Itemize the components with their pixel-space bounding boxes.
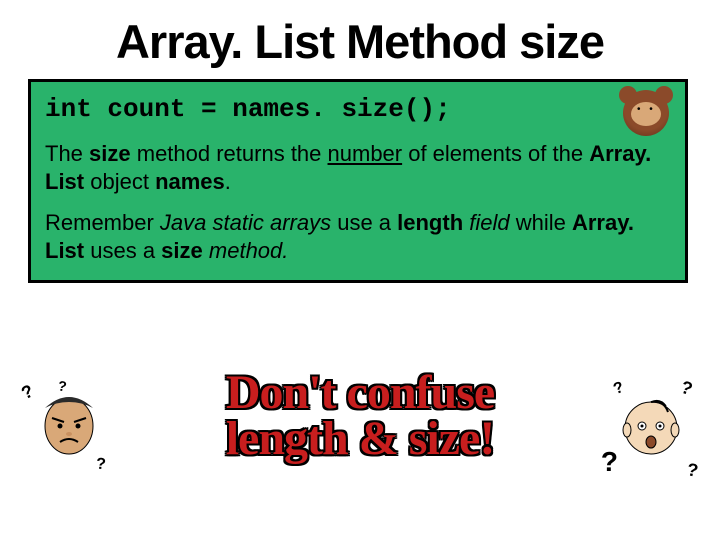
italic-field: field: [469, 210, 509, 235]
text: .: [225, 169, 231, 194]
bold-size2: size: [161, 238, 203, 263]
text: Remember: [45, 210, 160, 235]
text: method returns the: [131, 141, 328, 166]
paragraph-1: The size method returns the number of el…: [45, 140, 671, 195]
bold-length: length: [397, 210, 463, 235]
text: uses a: [84, 238, 161, 263]
warning-line-1: Don't confuse: [0, 370, 720, 416]
text: The: [45, 141, 89, 166]
underline-number: number: [328, 141, 403, 166]
italic-method: method.: [209, 238, 289, 263]
bold-names: names: [155, 169, 225, 194]
question-mark-icon: ?: [95, 456, 106, 475]
slide-title: Array. List Method size: [28, 14, 692, 69]
content-box: int count = names. size(); The size meth…: [28, 79, 688, 283]
code-line: int count = names. size();: [45, 94, 671, 124]
paragraph-2: Remember Java static arrays use a length…: [45, 209, 671, 264]
text: use a: [331, 210, 397, 235]
slide: Array. List Method size int count = name…: [0, 0, 720, 540]
text: object: [84, 169, 155, 194]
confused-face-icon: [616, 390, 686, 460]
question-mark-icon: ?: [601, 446, 618, 478]
text: of elements of the: [402, 141, 589, 166]
text: while: [510, 210, 572, 235]
bold-size: size: [89, 141, 131, 166]
monkey-icon: [623, 90, 669, 136]
italic-jsa: Java static arrays: [160, 210, 331, 235]
angry-face-icon: [34, 388, 104, 458]
question-mark-icon: ?: [685, 459, 699, 482]
